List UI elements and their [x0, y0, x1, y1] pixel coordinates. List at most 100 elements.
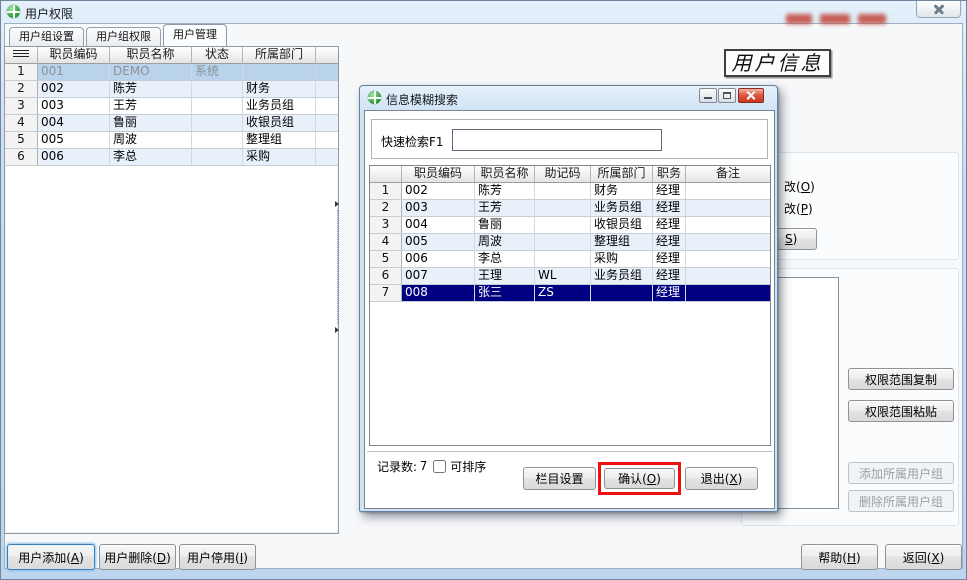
row-marker-icon: [13, 50, 29, 59]
cell: [316, 132, 338, 148]
column-header-filler: [316, 47, 338, 64]
table-row[interactable]: 7008张三ZS经理: [370, 285, 770, 302]
user-add-button[interactable]: 用户添加(A): [7, 544, 95, 570]
records-info: 记录数: 7 可排序: [377, 458, 486, 474]
cell: 经理: [653, 285, 686, 301]
cell: 整理组: [591, 234, 653, 250]
column-header[interactable]: 职员名称: [475, 166, 535, 183]
cell: 周波: [110, 132, 192, 148]
column-header[interactable]: 职员编码: [38, 47, 110, 64]
quick-search-input[interactable]: [452, 129, 662, 151]
table-row[interactable]: 4005周波整理组经理: [370, 234, 770, 251]
permission-paste-button[interactable]: 权限范围粘贴: [848, 400, 954, 422]
column-settings-button[interactable]: 栏目设置: [523, 467, 596, 490]
table-row[interactable]: 5006李总采购经理: [370, 251, 770, 268]
cell: 采购: [591, 251, 653, 267]
table-row[interactable]: 6007王理WL业务员组经理: [370, 268, 770, 285]
column-header[interactable]: 备注: [686, 166, 770, 183]
minimize-icon: [704, 97, 712, 99]
add-user-group-button[interactable]: 添加所属用户组: [848, 462, 954, 484]
column-header[interactable]: 所属部门: [591, 166, 653, 183]
user-disable-button[interactable]: 用户停用(I): [179, 544, 256, 570]
tab-user-group-settings[interactable]: 用户组设置: [9, 27, 84, 46]
tab-user-management[interactable]: 用户管理: [163, 24, 227, 46]
cell: [535, 217, 591, 233]
cell: 007: [402, 268, 475, 284]
column-header[interactable]: 职员名称: [110, 47, 192, 64]
close-icon: [747, 91, 756, 100]
dialog-titlebar[interactable]: 信息模糊搜索: [360, 86, 777, 110]
panel-splitter[interactable]: [332, 201, 342, 333]
exit-button[interactable]: 退出(X): [685, 467, 758, 490]
cell: 鲁丽: [475, 217, 535, 233]
table-row[interactable]: 5005周波整理组: [5, 132, 338, 149]
row-number-cell: 5: [370, 251, 402, 267]
cell: 002: [38, 81, 110, 97]
column-header[interactable]: 所属部门: [243, 47, 316, 64]
minimize-button[interactable]: [699, 88, 717, 103]
app-icon: [368, 91, 381, 104]
records-count: 7: [420, 459, 427, 473]
app-icon: [7, 5, 20, 18]
cell: 005: [38, 132, 110, 148]
cell: [316, 115, 338, 131]
cell: 王芳: [475, 200, 535, 216]
row-number-cell: 3: [5, 98, 38, 114]
table-row[interactable]: 1001DEMO系统: [5, 64, 338, 81]
search-result-grid: 职员编码 职员名称 助记码 所属部门 职务 备注 1002陈芳财务经理2003王…: [369, 165, 771, 446]
table-row[interactable]: 2002陈芳财务: [5, 81, 338, 98]
cell: [591, 285, 653, 301]
cell: 经理: [653, 183, 686, 199]
allow-modify-fragment: 改(O): [784, 178, 815, 195]
user-delete-button[interactable]: 用户删除(D): [99, 544, 176, 570]
cell: 张三: [475, 285, 535, 301]
row-number-cell: 6: [5, 149, 38, 165]
employee-grid-header: 职员编码 职员名称 状态 所属部门: [5, 47, 338, 64]
main-close-button[interactable]: [916, 1, 961, 18]
table-row[interactable]: 3003王芳业务员组: [5, 98, 338, 115]
column-header[interactable]: 助记码: [535, 166, 591, 183]
cell: 006: [402, 251, 475, 267]
delete-user-group-button[interactable]: 删除所属用户组: [848, 490, 954, 512]
sortable-checkbox[interactable]: [433, 460, 446, 473]
table-row[interactable]: 3004鲁丽收银员组经理: [370, 217, 770, 234]
select-all-header[interactable]: [5, 47, 38, 64]
cell: [686, 251, 770, 267]
row-number-header[interactable]: [370, 166, 402, 183]
table-row[interactable]: 1002陈芳财务经理: [370, 183, 770, 200]
return-button[interactable]: 返回(X): [885, 544, 962, 570]
chevron-right-icon[interactable]: [335, 201, 339, 207]
cell: [686, 217, 770, 233]
dialog-close-button[interactable]: [738, 88, 764, 103]
footer-separator: [367, 451, 772, 452]
partial-save-button-label: ): [793, 232, 798, 246]
cell: 收银员组: [243, 115, 316, 131]
cell: 财务: [591, 183, 653, 199]
window-title: 用户权限: [25, 5, 73, 22]
confirm-button[interactable]: 确认(O): [604, 468, 675, 489]
main-window: 用户权限 用户组设置 用户组权限 用户管理 职员编码 职员名称 状态 所属部门 …: [0, 0, 967, 580]
tab-user-group-permissions[interactable]: 用户组权限: [86, 27, 161, 46]
column-header[interactable]: 状态: [192, 47, 243, 64]
row-number-cell: 7: [370, 285, 402, 301]
help-button[interactable]: 帮助(H): [801, 544, 878, 570]
column-header[interactable]: 职员编码: [402, 166, 475, 183]
table-row[interactable]: 2003王芳业务员组经理: [370, 200, 770, 217]
column-header[interactable]: 职务: [653, 166, 686, 183]
table-row[interactable]: 6006李总采购: [5, 149, 338, 166]
cell: [192, 115, 243, 131]
red-watermark-decoration: [782, 12, 895, 27]
maximize-button[interactable]: [718, 88, 736, 103]
chevron-right-icon[interactable]: [335, 327, 339, 333]
cell: 003: [402, 200, 475, 216]
cell: [686, 183, 770, 199]
cell: 业务员组: [591, 200, 653, 216]
cell: 业务员组: [243, 98, 316, 114]
cell: DEMO: [110, 64, 192, 80]
cell: 周波: [475, 234, 535, 250]
permission-copy-button[interactable]: 权限范围复制: [848, 368, 954, 390]
table-row[interactable]: 4004鲁丽收银员组: [5, 115, 338, 132]
cell: 002: [402, 183, 475, 199]
row-number-cell: 3: [370, 217, 402, 233]
cell: [243, 64, 316, 80]
